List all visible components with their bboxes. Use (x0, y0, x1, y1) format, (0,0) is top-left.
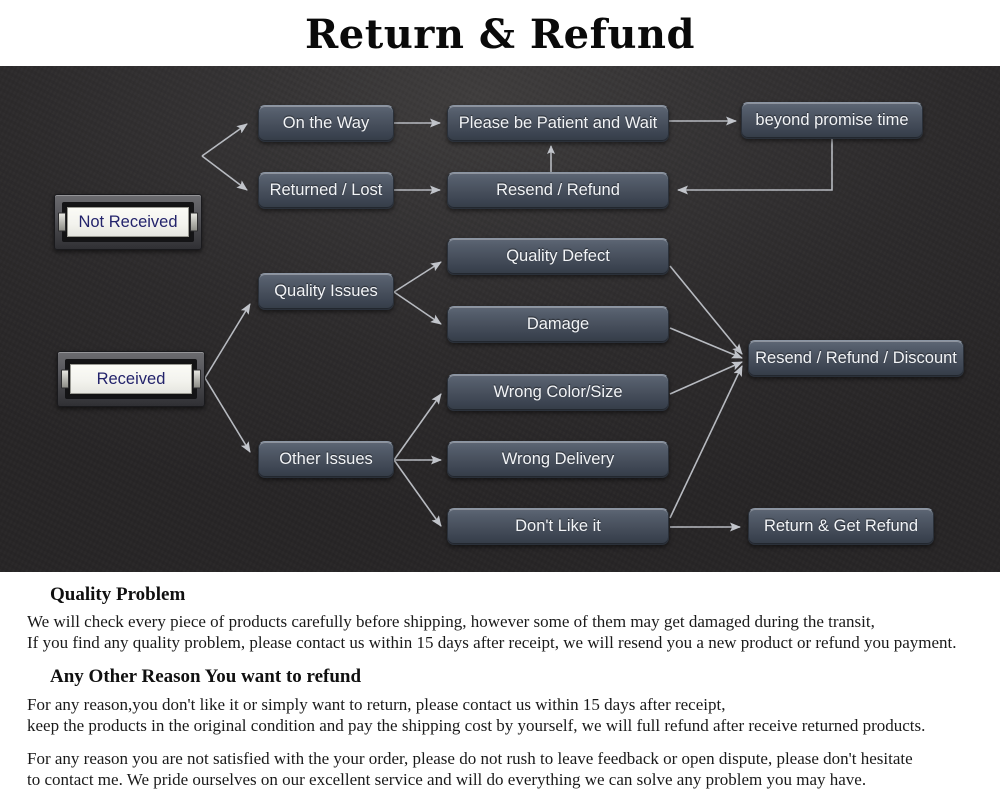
node-resend-refund[interactable]: Resend / Refund (447, 172, 669, 209)
node-dont-like-it[interactable]: Don't Like it (447, 508, 669, 545)
node-on-the-way[interactable]: On the Way (258, 105, 394, 142)
flowchart-panel: Not Received Received On the Way Returne… (0, 66, 1000, 572)
page-header: Return & Refund (0, 0, 1000, 66)
node-beyond-promise-time[interactable]: beyond promise time (741, 102, 923, 139)
page-title: Return & Refund (305, 11, 695, 58)
node-received-bevel: Received (65, 359, 197, 399)
node-damage[interactable]: Damage (447, 306, 669, 343)
node-returned-lost[interactable]: Returned / Lost (258, 172, 394, 209)
node-not-received-label: Not Received (67, 207, 189, 237)
node-received-right-tab-icon (193, 369, 201, 389)
node-received[interactable]: Received (57, 351, 205, 407)
node-not-received-bevel: Not Received (62, 202, 194, 242)
satisfaction-line-1: For any reason you are not satisfied wit… (27, 749, 913, 768)
policy-text-panel: Quality Problem We will check every piec… (0, 572, 1000, 800)
node-wrong-delivery[interactable]: Wrong Delivery (447, 441, 669, 478)
node-return-get-refund[interactable]: Return & Get Refund (748, 508, 934, 545)
node-not-received-right-tab-icon (190, 212, 198, 232)
node-quality-issues[interactable]: Quality Issues (258, 273, 394, 310)
node-received-label: Received (70, 364, 192, 394)
quality-problem-line-1: We will check every piece of products ca… (27, 612, 875, 631)
other-reason-line-1: For any reason,you don't like it or simp… (27, 695, 726, 714)
node-other-issues[interactable]: Other Issues (258, 441, 394, 478)
node-not-received[interactable]: Not Received (54, 194, 202, 250)
other-reason-heading: Any Other Reason You want to refund (50, 666, 362, 687)
node-not-received-left-tab-icon (58, 212, 66, 232)
node-received-left-tab-icon (61, 369, 69, 389)
node-resend-refund-discount[interactable]: Resend / Refund / Discount (748, 340, 964, 377)
node-wrong-color-size[interactable]: Wrong Color/Size (447, 374, 669, 411)
satisfaction-line-2: to contact me. We pride ourselves on our… (27, 770, 867, 789)
other-reason-line-2: keep the products in the original condit… (27, 716, 926, 735)
quality-problem-line-2: If you find any quality problem, please … (27, 633, 957, 652)
quality-problem-heading: Quality Problem (50, 584, 186, 605)
node-please-be-patient-and-wait[interactable]: Please be Patient and Wait (447, 105, 669, 142)
node-quality-defect[interactable]: Quality Defect (447, 238, 669, 275)
